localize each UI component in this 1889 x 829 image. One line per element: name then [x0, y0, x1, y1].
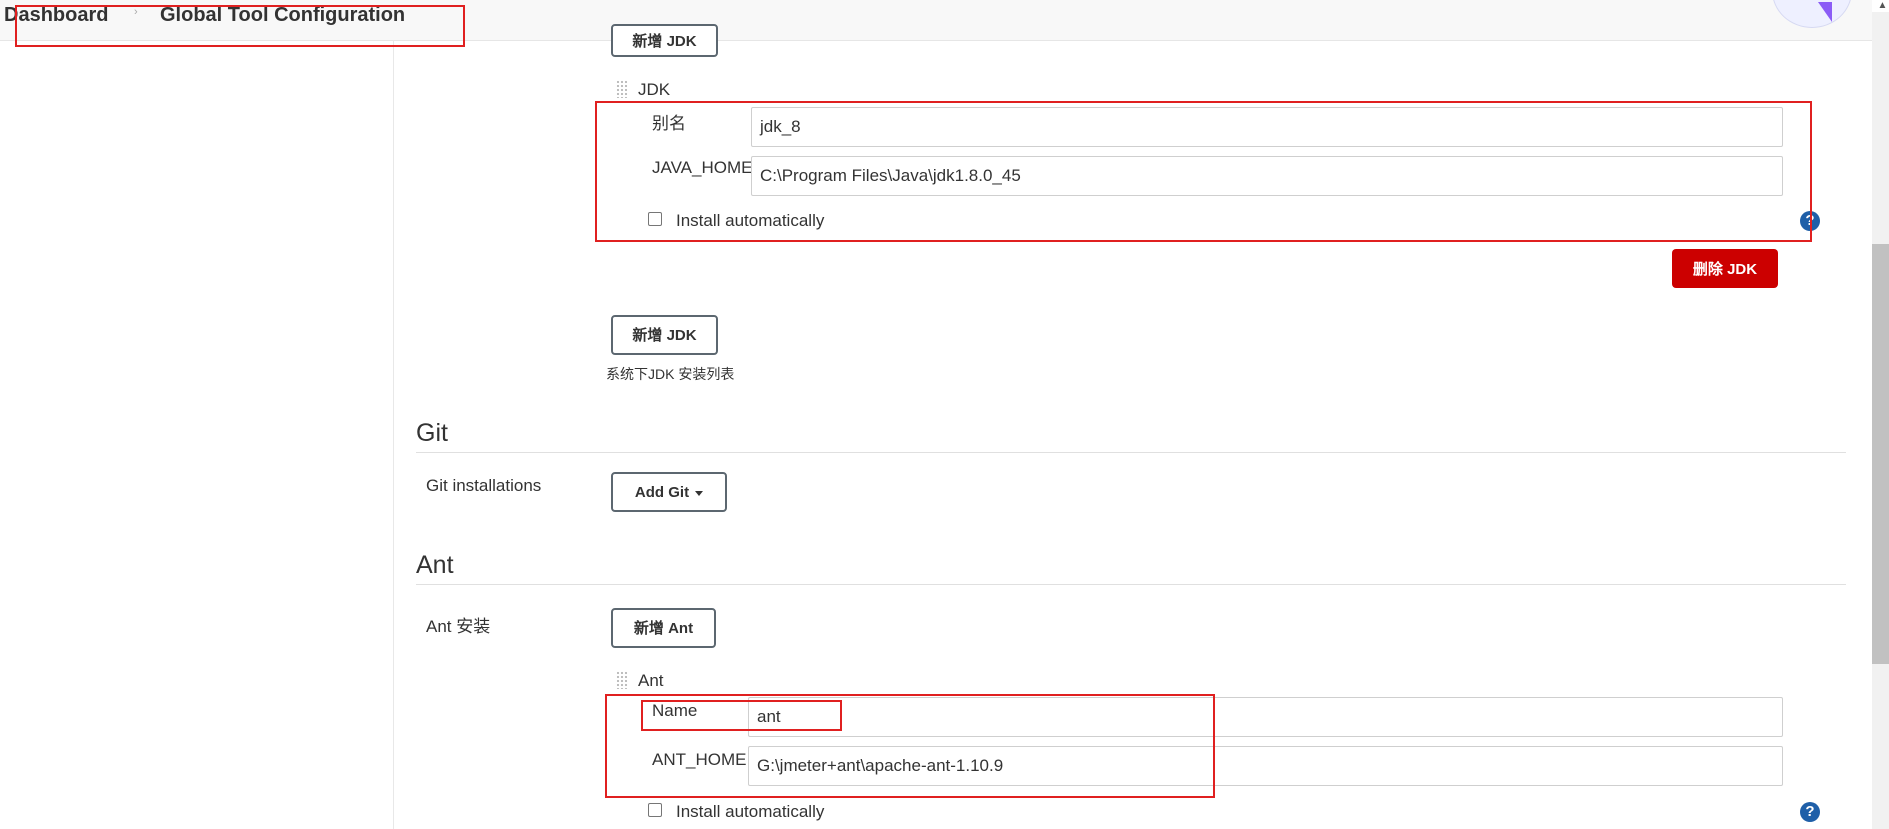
chevron-down-icon	[695, 490, 704, 496]
java-home-input[interactable]: C:\Program Files\Java\jdk1.8.0_45	[751, 156, 1783, 196]
java-home-label: JAVA_HOME	[652, 158, 753, 177]
delete-jdk-button[interactable]: 删除 JDK	[1672, 249, 1778, 288]
ant-section-title: Ant	[416, 551, 454, 579]
ant-home-input[interactable]: G:\jmeter+ant\apache-ant-1.10.9	[748, 746, 1783, 786]
ant-section-divider	[416, 584, 1846, 585]
jdk-list-hint: 系统下JDK 安装列表	[606, 366, 735, 382]
ant-install-automatically-checkbox[interactable]	[648, 803, 662, 817]
jdk-alias-input[interactable]: jdk_8	[751, 107, 1783, 147]
ant-install-automatically-label[interactable]: Install automatically	[676, 802, 824, 822]
add-jdk-button[interactable]: 新增 JDK	[611, 315, 718, 355]
jdk-alias-label: 别名	[652, 114, 686, 133]
logo-accent-icon	[1818, 2, 1832, 22]
breadcrumb-current-page[interactable]: Global Tool Configuration	[160, 4, 405, 27]
drag-handle-icon[interactable]	[616, 671, 628, 689]
breadcrumb-dashboard-link[interactable]: Dashboard	[4, 4, 108, 27]
git-section-title: Git	[416, 419, 448, 447]
help-icon[interactable]: ?	[1800, 802, 1820, 822]
git-section-divider	[416, 452, 1846, 453]
breadcrumb-separator-icon: ›	[134, 6, 138, 18]
add-ant-button[interactable]: 新增 Ant	[611, 608, 716, 648]
ant-home-label: ANT_HOME	[652, 750, 747, 769]
scrollbar-thumb[interactable]	[1872, 244, 1889, 664]
sidebar-divider	[393, 40, 394, 829]
scroll-up-icon[interactable]: ▲	[1876, 0, 1889, 12]
jdk-install-automatically-checkbox[interactable]	[648, 212, 662, 226]
ant-name-input[interactable]: ant	[748, 697, 1783, 737]
ant-name-label: Name	[652, 701, 698, 720]
add-git-button-label: Add Git	[634, 484, 690, 501]
ant-install-label: Ant 安装	[426, 617, 491, 636]
jdk-installation-title: JDK	[638, 80, 671, 99]
add-jdk-button-top[interactable]: 新增 JDK	[611, 24, 718, 57]
drag-handle-icon[interactable]	[616, 80, 628, 98]
breadcrumb-bar: Dashboard › Global Tool Configuration	[0, 0, 1872, 41]
help-icon[interactable]: ?	[1800, 211, 1820, 231]
add-git-button[interactable]: Add Git	[611, 472, 727, 512]
jdk-install-automatically-label[interactable]: Install automatically	[676, 211, 824, 231]
git-installations-label: Git installations	[426, 476, 542, 495]
ant-installation-title: Ant	[638, 671, 664, 690]
